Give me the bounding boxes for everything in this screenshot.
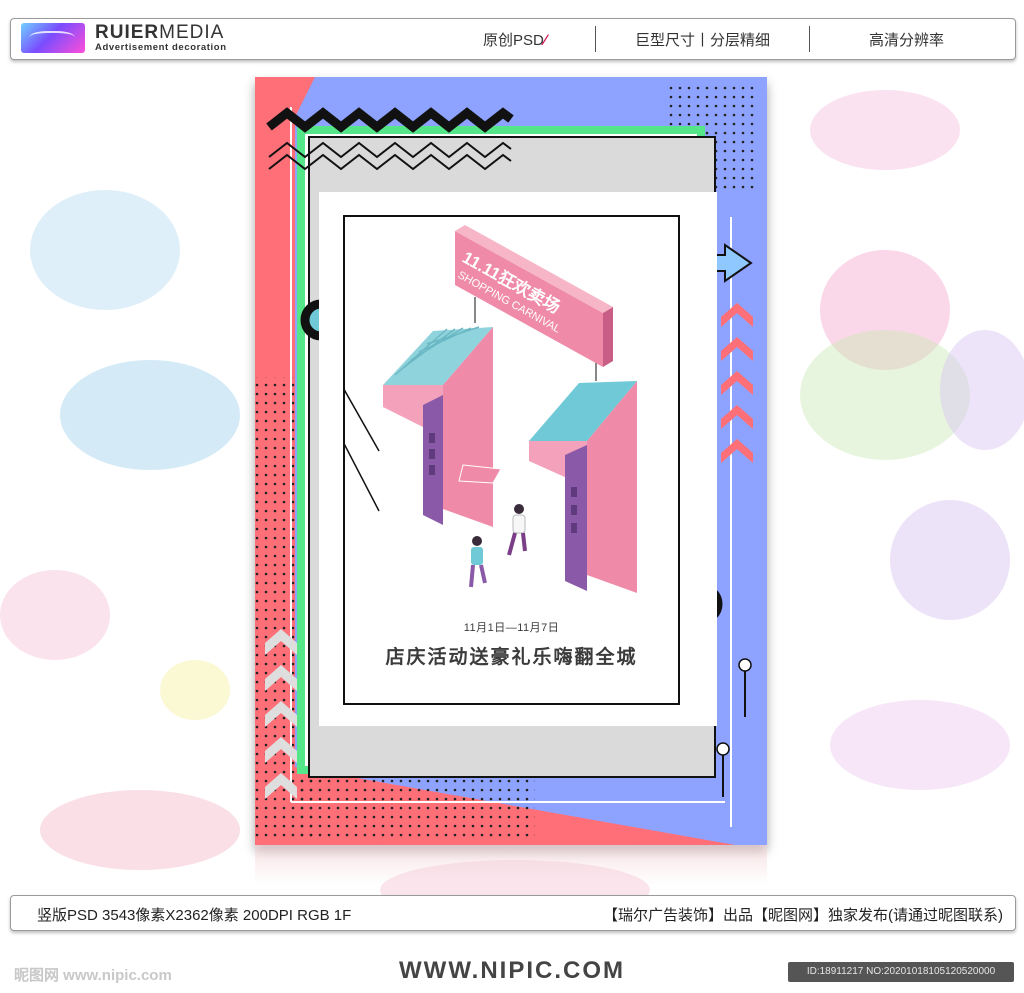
eleven-illustration: 11.11狂欢卖场 SHOPPING CARNIVAL [343,225,637,593]
person-walking [469,536,487,588]
poster-reflection [255,845,767,885]
person-walking [507,504,527,556]
header-divider [595,26,596,52]
site-footer: 昵图网 www.nipic.com WWW.NIPIC.COM ID:18911… [0,955,1024,993]
brand-subtitle: Advertisement decoration [95,42,227,53]
publisher-credit: 【瑞尔广告装饰】出品【昵图网】独家发布(请通过昵图联系) [603,907,1003,924]
header-item-resolution: 高清分辨率 [869,32,945,49]
bottom-info-bar: 竖版PSD 3543像素X2362像素 200DPI RGB 1F 【瑞尔广告装… [10,895,1016,931]
brand-logo [21,23,85,53]
brand-name: RUIERMEDIA [95,22,225,43]
header-item-size: 巨型尺寸丨分层精细 [635,32,771,49]
file-specs: 竖版PSD 3543像素X2362像素 200DPI RGB 1F [37,907,352,924]
header-divider [809,26,810,52]
top-header-bar: RUIERMEDIA Advertisement decoration 原创PS… [10,18,1016,60]
event-slogan: 店庆活动送豪礼乐嗨翻全城 [385,647,638,668]
event-date: 11月1日—11月7日 [463,622,560,634]
header-item-original-psd: 原创PSD∕ [483,32,547,49]
image-id-tag: ID:18911217 NO:20201018105120520000 [788,962,1014,982]
brand-block: RUIERMEDIA Advertisement decoration [95,22,227,53]
pen-icon: ∕ [543,32,547,49]
